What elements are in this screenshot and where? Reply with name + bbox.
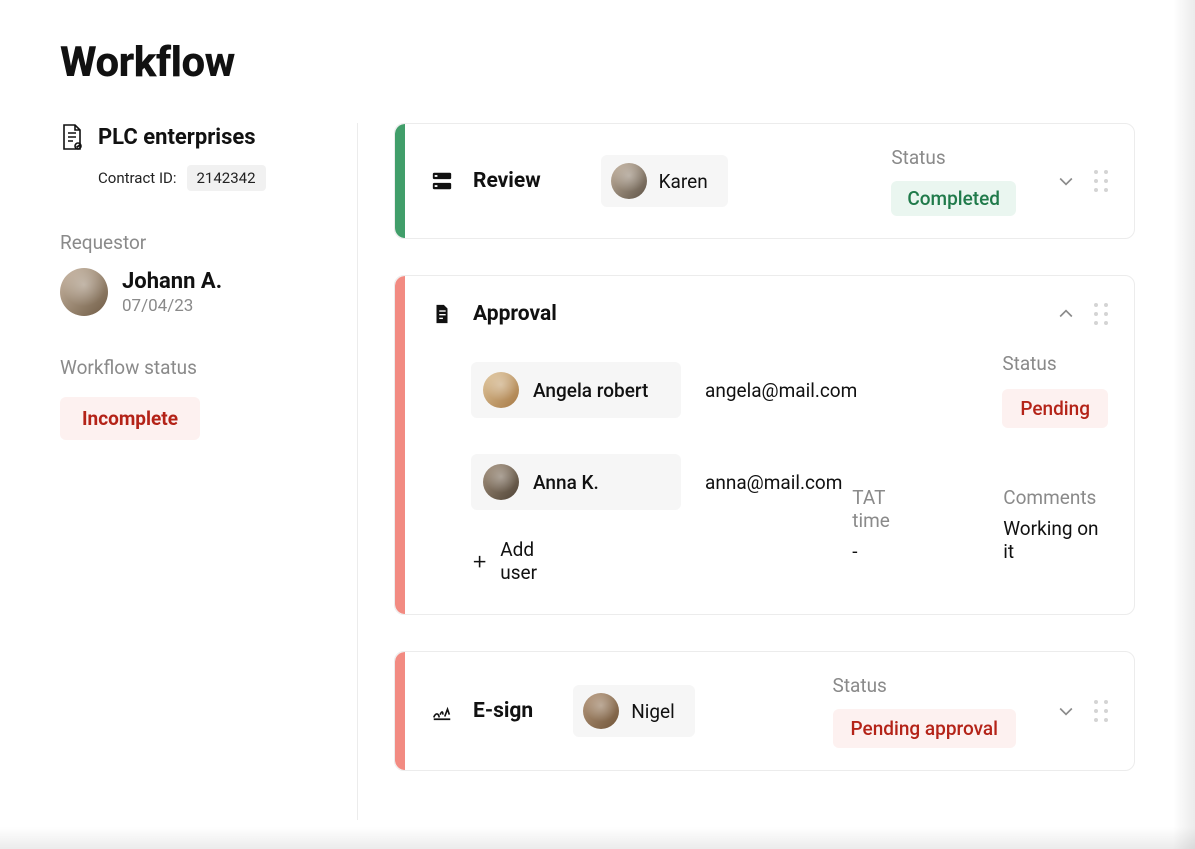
signature-icon [431,700,453,722]
assignee-chip[interactable]: Angela robert [471,362,681,418]
tat-value: - [852,540,923,563]
chevron-up-icon[interactable] [1056,304,1076,324]
assignee-chip[interactable]: Anna K. [471,454,681,510]
contract-id-label: Contract ID: [98,169,177,187]
plus-icon [471,552,488,570]
status-badge: Pending [1002,389,1108,428]
avatar [483,372,519,408]
avatar [583,693,619,729]
add-user-label: Add user [500,538,572,584]
status-label: Status [1002,352,1056,375]
drag-handle-icon[interactable] [1094,700,1108,722]
stage-card-review[interactable]: Review Karen Status Completed [394,123,1135,239]
stage-accent [395,276,405,614]
approver-row: Angela robert angela@mail.com Status Pen… [471,352,1108,428]
review-stage-icon [431,170,453,192]
status-badge: Completed [891,181,1016,216]
drag-handle-icon[interactable] [1094,303,1108,325]
status-label: Status [833,674,887,697]
workflow-status-label: Workflow status [60,356,358,379]
stage-card-approval[interactable]: Approval Angela robert [394,275,1135,615]
comments-label: Comments [1003,486,1108,509]
comments-value: Working on it [1003,517,1108,563]
stage-accent [395,652,405,770]
assignee-chip[interactable]: Karen [601,155,728,207]
stage-title: Review [473,169,541,193]
company-name: PLC enterprises [98,125,256,150]
requestor-date: 07/04/23 [122,296,222,316]
stage-title: Approval [473,302,557,326]
requestor-name: Johann A. [122,269,222,294]
assignee-name: Anna K. [533,471,599,494]
chevron-down-icon[interactable] [1056,171,1076,191]
sidebar-divider [357,123,358,820]
avatar [483,464,519,500]
assignee-email: angela@mail.com [705,379,857,402]
page-title: Workflow [60,38,1135,87]
assignee-chip[interactable]: Nigel [573,685,695,737]
assignee-name: Angela robert [533,379,648,402]
workflow-main: Review Karen Status Completed [358,123,1135,771]
avatar [60,268,108,316]
status-label: Status [891,146,945,169]
stage-card-esign[interactable]: E-sign Nigel Status Pending approval [394,651,1135,771]
approval-stage-icon [431,303,453,325]
requestor-section-label: Requestor [60,231,358,254]
tat-label: TAT time [852,486,923,532]
assignee-name: Nigel [631,700,675,723]
contract-id-value: 2142342 [187,165,266,191]
avatar [611,163,647,199]
document-icon [60,123,84,151]
stage-accent [395,124,405,238]
sidebar: PLC enterprises Contract ID: 2142342 Req… [60,123,358,440]
drag-handle-icon[interactable] [1094,170,1108,192]
chevron-down-icon[interactable] [1056,701,1076,721]
workflow-status-badge: Incomplete [60,397,200,440]
assignee-email: anna@mail.com [705,471,842,494]
assignee-name: Karen [659,170,708,193]
status-badge: Pending approval [833,709,1016,748]
add-user-button[interactable]: Add user [471,538,572,584]
stage-title: E-sign [473,699,533,723]
